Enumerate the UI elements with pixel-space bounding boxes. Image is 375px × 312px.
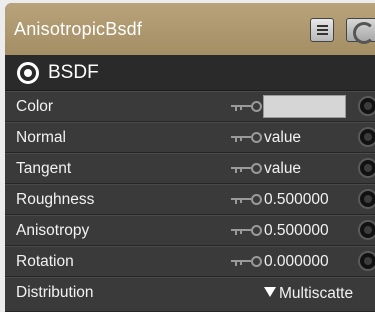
input-port-icon[interactable] <box>358 158 375 178</box>
param-row-anisotropy: Anisotropy 0.500000 <box>5 215 375 246</box>
link-icon[interactable] <box>230 254 264 270</box>
param-label: Distribution <box>16 284 94 301</box>
bsdf-output-section[interactable]: BSDF <box>5 55 375 91</box>
param-value[interactable]: value <box>264 123 301 152</box>
input-port-icon[interactable] <box>358 189 375 209</box>
link-icon[interactable] <box>230 161 264 177</box>
param-row-distribution: Distribution Multiscatte <box>5 277 375 312</box>
param-row-normal: Normal value <box>5 122 375 153</box>
input-port-icon[interactable] <box>358 220 375 240</box>
list-icon[interactable] <box>310 18 334 42</box>
param-value[interactable]: 0.000000 <box>264 247 329 276</box>
node-header[interactable]: AnisotropicBsdf <box>5 3 375 55</box>
input-port-icon[interactable] <box>358 127 375 147</box>
node-title: AnisotropicBsdf <box>14 19 143 39</box>
param-label: Roughness <box>16 191 95 208</box>
param-label: Rotation <box>16 253 74 270</box>
param-row-color: Color <box>5 91 375 122</box>
anisotropic-bsdf-node[interactable]: AnisotropicBsdf BSDF Color Normal value … <box>5 3 375 312</box>
distribution-dropdown[interactable]: Multiscatte <box>264 278 353 309</box>
input-port-icon[interactable] <box>358 251 375 271</box>
link-icon[interactable] <box>230 192 264 208</box>
param-row-tangent: Tangent value <box>5 153 375 184</box>
param-value[interactable]: 0.500000 <box>264 185 329 214</box>
param-label: Normal <box>16 129 66 146</box>
param-value[interactable]: value <box>264 154 301 183</box>
param-value[interactable]: 0.500000 <box>264 216 329 245</box>
dropdown-arrow-icon <box>264 287 276 297</box>
preview-sphere-icon[interactable] <box>346 18 375 44</box>
input-port-icon[interactable] <box>358 96 375 116</box>
bsdf-output-icon[interactable] <box>17 62 39 84</box>
link-icon[interactable] <box>230 223 264 239</box>
param-row-rotation: Rotation 0.000000 <box>5 246 375 277</box>
dropdown-value: Multiscatte <box>279 285 354 302</box>
param-label: Anisotropy <box>16 222 90 239</box>
param-row-roughness: Roughness 0.500000 <box>5 184 375 215</box>
link-icon[interactable] <box>230 99 264 115</box>
color-swatch[interactable] <box>263 95 346 118</box>
section-label: BSDF <box>48 62 99 83</box>
link-icon[interactable] <box>230 130 264 146</box>
param-label: Tangent <box>16 160 72 177</box>
param-label: Color <box>16 98 54 115</box>
